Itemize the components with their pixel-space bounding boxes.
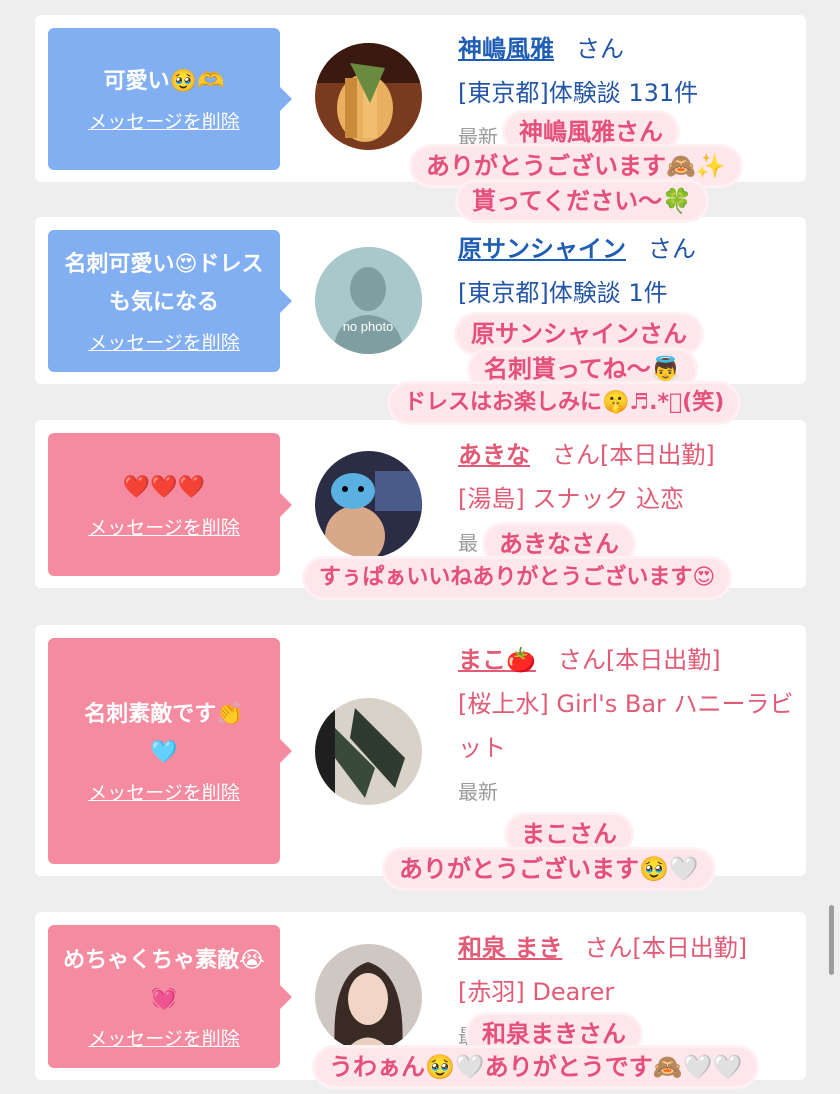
meta-text: 最新 — [458, 780, 498, 804]
sticker-text: ありがとうございます🥹🤍 — [385, 850, 713, 888]
shop-info: [桜上水] Girl's Bar ハニーラビット — [458, 690, 794, 762]
delete-message-link[interactable]: メッセージを削除 — [88, 109, 240, 135]
avatar[interactable] — [315, 698, 422, 805]
delete-message-link[interactable]: メッセージを削除 — [88, 330, 240, 356]
message-bubble: 名刺素敵です👏🩵 メッセージを削除 — [48, 638, 292, 864]
message-text: 名刺素敵です👏🩵 — [84, 702, 244, 765]
user-name-link[interactable]: まこ🍅 — [458, 646, 536, 674]
delete-message-link[interactable]: メッセージを削除 — [88, 1026, 240, 1052]
sticker-text: 貰ってください〜🍀 — [458, 182, 706, 220]
shop-info: [東京都]体験談 131件 — [458, 79, 699, 107]
sticker-text: 神嶋風雅さん — [505, 113, 677, 151]
message-text: ❤️❤️❤️ — [122, 474, 206, 500]
message-text: 可愛い🥹🫶 — [103, 69, 225, 94]
user-name-link[interactable]: 原サンシャイン — [458, 235, 626, 263]
name-suffix: さん[本日出勤] — [557, 646, 721, 674]
sticker-text: うわぁん🥹🤍ありがとうです🙈🤍🤍 — [315, 1048, 757, 1086]
shop-info: [湯島] スナック 込恋 — [458, 485, 684, 513]
user-info: まこ🍅 さん[本日出勤] [桜上水] Girl's Bar ハニーラビット 最新 — [458, 638, 798, 814]
scrollbar[interactable] — [829, 905, 834, 975]
name-suffix: さん[本日出勤] — [584, 934, 748, 962]
sticker-text: ドレスはお楽しみに🤫♬.*ﾟ(笑) — [390, 384, 739, 422]
message-card: 名刺素敵です👏🩵 メッセージを削除 まこ🍅 さん[本日出勤] [桜上水] Girl… — [35, 625, 806, 876]
sticker-text: 名刺貰ってね〜👼 — [470, 350, 695, 388]
delete-message-link[interactable]: メッセージを削除 — [88, 515, 240, 541]
sticker-text: 原サンシャインさん — [457, 315, 701, 353]
sticker-text: あきなさん — [485, 525, 633, 563]
shop-info: [赤羽] Dearer — [458, 978, 615, 1006]
message-bubble: 名刺可愛い😍ドレスも気になる メッセージを削除 — [48, 230, 292, 372]
sticker-text: ありがとうございます🙈✨ — [412, 147, 740, 185]
avatar[interactable] — [315, 451, 422, 558]
user-name-link[interactable]: 和泉 まき — [458, 934, 562, 962]
delete-message-link[interactable]: メッセージを削除 — [88, 780, 240, 806]
name-suffix: さん[本日出勤] — [552, 441, 715, 469]
name-suffix: さん — [648, 235, 696, 263]
message-text: 名刺可愛い😍ドレスも気になる — [64, 252, 264, 315]
avatar[interactable]: no photo — [315, 247, 422, 354]
name-suffix: さん — [576, 35, 624, 63]
avatar[interactable] — [315, 944, 422, 1051]
user-name-link[interactable]: 神嶋風雅 — [458, 35, 554, 63]
sticker-text: すぅぱぁいいねありがとうございます😍 — [305, 559, 730, 597]
message-text: めちゃくちゃ素敵😭💓 — [63, 947, 265, 1011]
message-bubble: ❤️❤️❤️ メッセージを削除 — [48, 433, 292, 576]
sticker-text: まこさん — [507, 815, 631, 853]
message-bubble: めちゃくちゃ素敵😭💓 メッセージを削除 — [48, 925, 292, 1068]
message-bubble: 可愛い🥹🫶 メッセージを削除 — [48, 28, 292, 170]
no-photo-label: no photo — [343, 319, 394, 334]
user-name-link[interactable]: あきな — [458, 441, 530, 469]
avatar[interactable] — [315, 43, 422, 150]
shop-info: [東京都]体験談 1件 — [458, 279, 668, 307]
